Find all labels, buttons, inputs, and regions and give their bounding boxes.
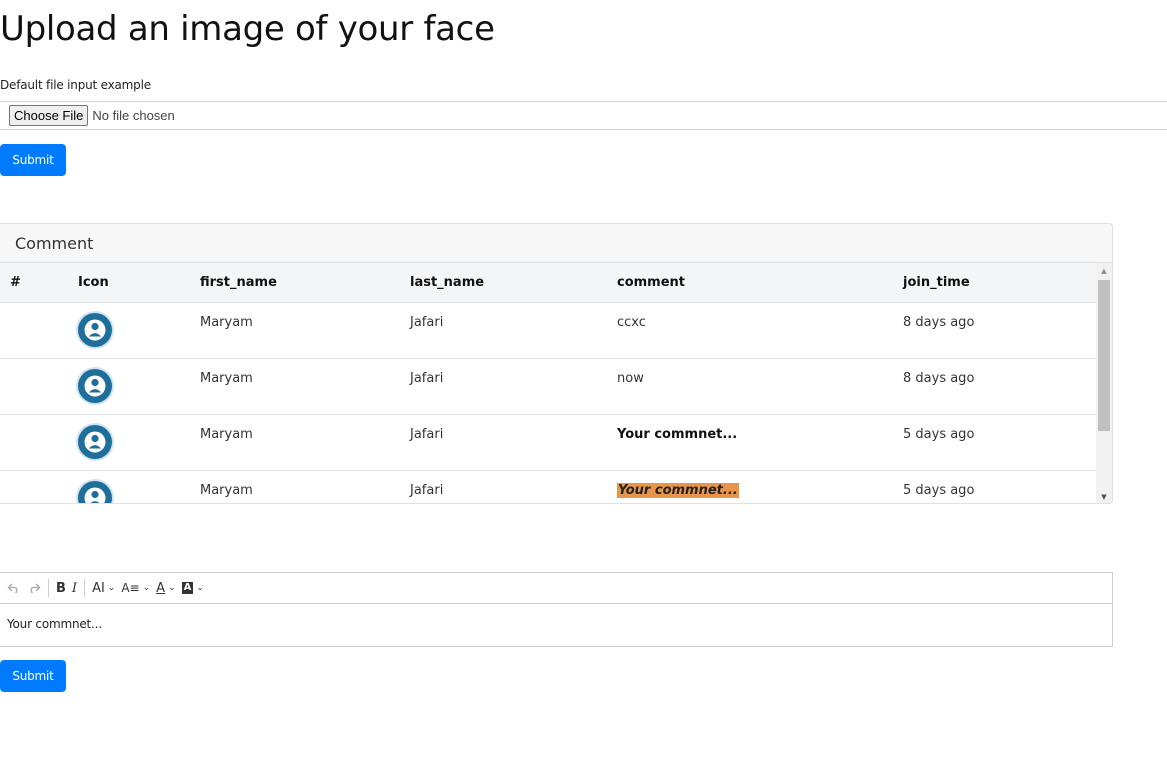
editor-content-area[interactable]: Your commnet... <box>0 604 1112 631</box>
comment-cell: Your commnet... <box>617 427 738 442</box>
editor-toolbar: B I AI ⌄ A≡ ⌄ A ⌄ A ⌄ <box>0 573 1112 604</box>
chevron-down-icon: ⌄ <box>107 583 116 593</box>
italic-icon: I <box>71 580 78 596</box>
column-header-icon: Icon <box>78 275 109 290</box>
comment-editor: B I AI ⌄ A≡ ⌄ A ⌄ A ⌄ Your commnet... <box>0 572 1113 647</box>
join-time-cell: 8 days ago <box>903 371 975 386</box>
font-size-icon: AI <box>92 580 105 596</box>
font-color-icon: A <box>156 580 166 596</box>
choose-file-button[interactable]: Choose File <box>9 105 89 126</box>
comment-cell: now <box>617 371 644 386</box>
font-size-dropdown[interactable]: AI ⌄ <box>89 576 118 600</box>
column-header-last-name: last_name <box>410 275 485 290</box>
last-name-cell: Jafari <box>410 371 444 386</box>
file-status-text: No file chosen <box>92 108 175 123</box>
comment-submit-button[interactable]: Submit <box>0 660 66 692</box>
table-scrollbar[interactable]: ▲ ▼ <box>1096 263 1112 503</box>
undo-icon[interactable] <box>4 576 24 600</box>
file-input-label: Default file input example <box>0 78 151 92</box>
comment-card: Comment # Icon first_name last_name comm… <box>0 223 1113 504</box>
column-header-comment: comment <box>617 275 686 290</box>
italic-button[interactable]: I <box>69 576 80 600</box>
column-header-join-time: join_time <box>903 275 970 290</box>
toolbar-divider <box>84 579 86 597</box>
last-name-cell: Jafari <box>410 427 444 442</box>
comment-cell: ccxc <box>617 315 646 330</box>
comment-cell: Your commnet... <box>617 483 739 498</box>
chevron-down-icon: ⌄ <box>196 583 204 593</box>
user-avatar-icon <box>78 481 112 503</box>
last-name-cell: Jafari <box>410 315 444 330</box>
table-header-row: # Icon first_name last_name comment join… <box>0 263 1096 303</box>
user-avatar-icon <box>78 425 112 459</box>
bold-button[interactable]: B <box>53 576 69 600</box>
first-name-cell: Maryam <box>200 315 253 330</box>
user-avatar-icon <box>78 313 112 347</box>
user-avatar-icon <box>78 369 112 403</box>
font-color-dropdown[interactable]: A ⌄ <box>153 576 178 600</box>
chevron-down-icon: ⌄ <box>168 583 176 593</box>
redo-icon[interactable] <box>24 576 44 600</box>
table-row: Maryam Jafari now 8 days ago <box>0 359 1096 415</box>
font-family-dropdown[interactable]: A≡ ⌄ <box>118 576 153 600</box>
join-time-cell: 5 days ago <box>903 427 975 442</box>
toolbar-divider <box>48 579 49 597</box>
comment-table: # Icon first_name last_name comment join… <box>0 263 1096 503</box>
last-name-cell: Jafari <box>410 483 444 498</box>
bold-icon: B <box>56 580 66 596</box>
column-header-first-name: first_name <box>200 275 277 290</box>
column-header-index: # <box>10 275 21 290</box>
first-name-cell: Maryam <box>200 427 253 442</box>
upload-submit-button[interactable]: Submit <box>0 144 66 176</box>
table-row: Maryam Jafari ccxc 8 days ago <box>0 303 1096 359</box>
first-name-cell: Maryam <box>200 483 253 498</box>
background-color-icon: A <box>181 582 194 594</box>
table-row: Maryam Jafari Your commnet... 5 days ago <box>0 471 1096 503</box>
font-family-icon: A≡ <box>121 581 140 595</box>
page-title: Upload an image of your face <box>0 9 495 49</box>
join-time-cell: 8 days ago <box>903 315 975 330</box>
first-name-cell: Maryam <box>200 371 253 386</box>
scroll-thumb[interactable] <box>1098 280 1110 431</box>
file-input[interactable]: Choose File No file chosen <box>0 101 1167 130</box>
comment-card-header: Comment <box>0 224 1112 263</box>
chevron-down-icon: ⌄ <box>142 583 151 593</box>
table-row: Maryam Jafari Your commnet... 5 days ago <box>0 415 1096 471</box>
join-time-cell: 5 days ago <box>903 483 975 498</box>
background-color-dropdown[interactable]: A ⌄ <box>179 576 207 600</box>
scroll-up-arrow-icon[interactable]: ▲ <box>1096 263 1112 279</box>
scroll-down-arrow-icon[interactable]: ▼ <box>1096 489 1112 503</box>
